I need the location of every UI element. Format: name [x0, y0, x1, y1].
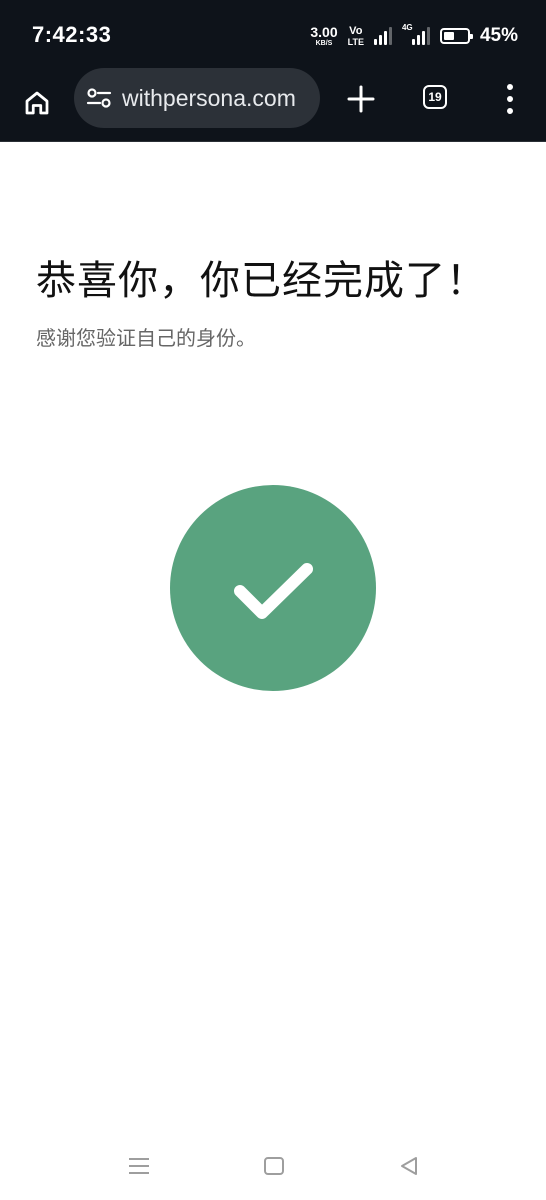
- home-icon: [25, 91, 49, 115]
- volte-top-label: Vo: [349, 24, 363, 37]
- triangle-back-icon[interactable]: [398, 1155, 420, 1177]
- url-text[interactable]: withpersona.com: [122, 85, 296, 112]
- status-icons: 3.00 KB/S Vo LTE 4G 45%: [310, 23, 518, 48]
- square-icon[interactable]: [264, 1157, 284, 1175]
- checkmark-icon: [234, 563, 313, 619]
- status-time: 7:42:33: [32, 22, 112, 47]
- signal-4g-icon: 4G: [402, 23, 430, 45]
- home-button[interactable]: [18, 84, 56, 122]
- address-bar[interactable]: withpersona.com: [74, 68, 320, 128]
- menu-lines-icon[interactable]: [128, 1156, 150, 1176]
- tab-switcher-button[interactable]: 19: [423, 85, 447, 109]
- network-speed: 3.00 KB/S: [310, 25, 337, 47]
- plus-icon[interactable]: [344, 82, 378, 116]
- page-title: 恭喜你，你已经完成了！: [36, 258, 487, 304]
- volte-bottom-label: LTE: [347, 36, 364, 47]
- system-nav-bar: [0, 1140, 546, 1200]
- battery-percent: 45%: [479, 25, 518, 46]
- page-subtitle: 感谢您验证自己的身份。: [36, 326, 256, 350]
- network-type-label: 4G: [401, 23, 413, 32]
- browser-toolbar: withpersona.com 19: [0, 68, 546, 142]
- more-vert-icon[interactable]: [500, 84, 520, 114]
- volte-indicator: Vo LTE: [347, 24, 364, 47]
- success-badge: [170, 485, 376, 691]
- signal-icon: [373, 27, 392, 45]
- battery-icon: [439, 28, 473, 44]
- status-bar: 7:42:33 3.00 KB/S Vo LTE 4G 45%: [0, 0, 546, 68]
- network-speed-value: 3.00: [310, 24, 338, 40]
- battery-fill: [443, 32, 454, 40]
- network-speed-unit: KB/S: [315, 40, 333, 47]
- tune-icon[interactable]: [86, 86, 112, 110]
